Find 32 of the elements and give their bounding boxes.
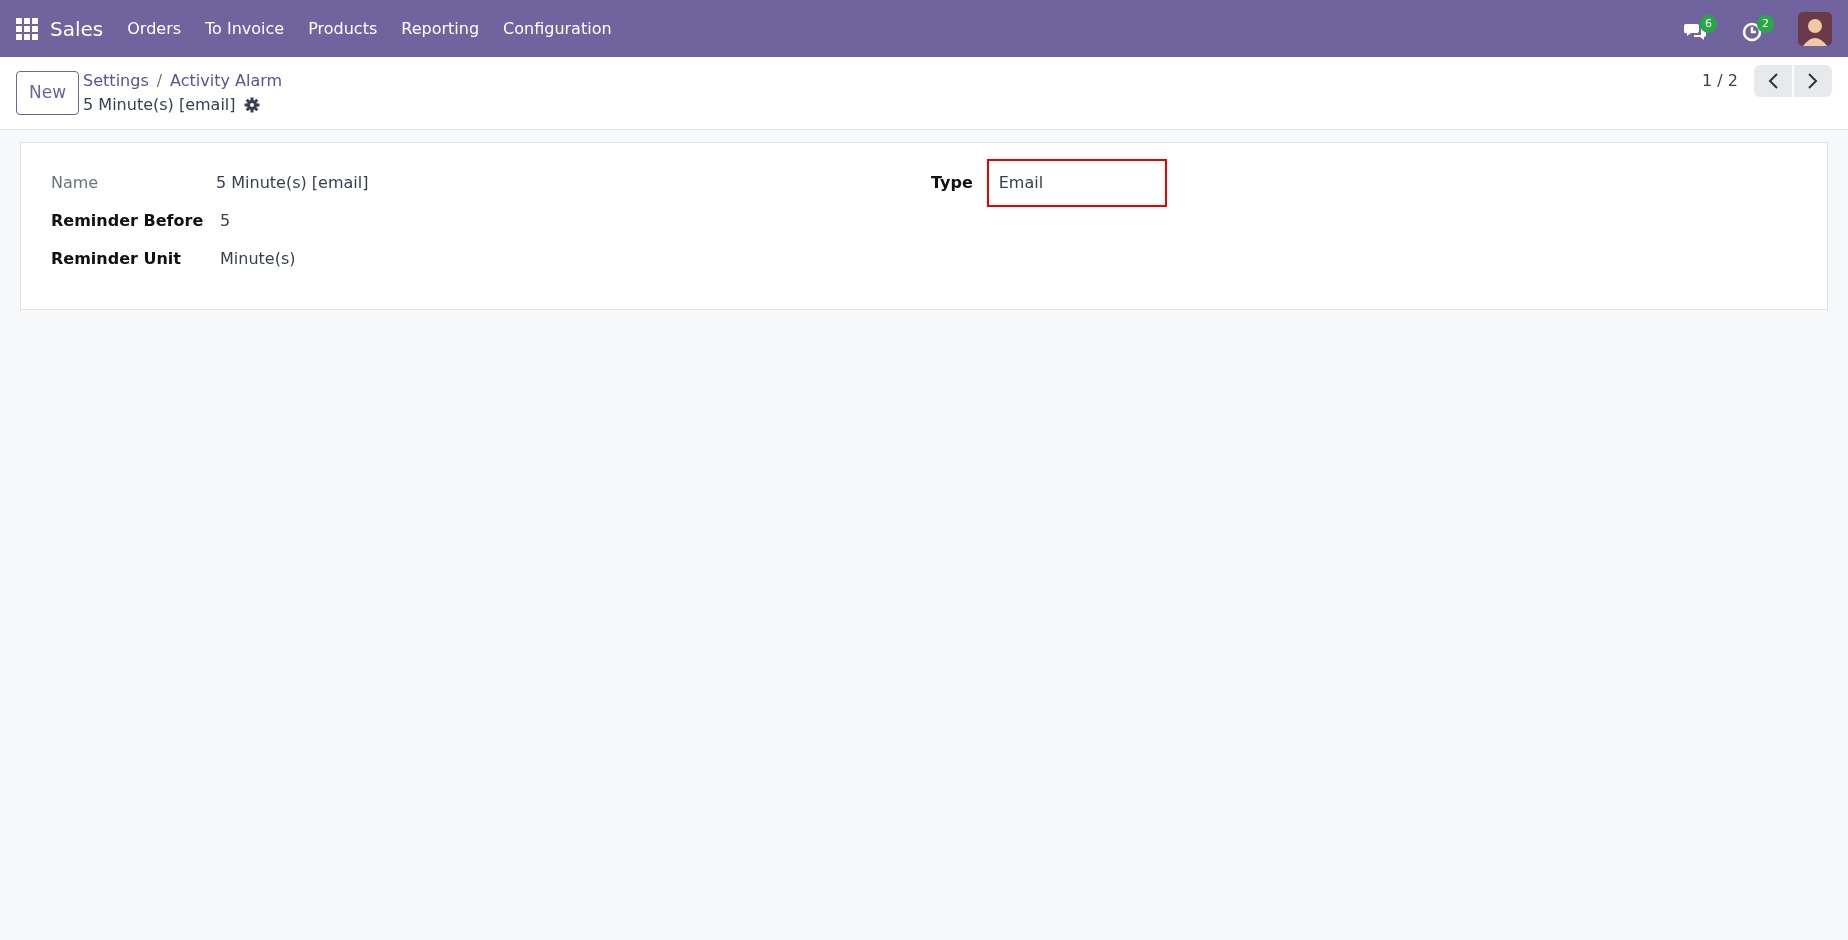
menu-item[interactable]: Products	[296, 16, 390, 41]
app-name[interactable]: Sales	[46, 13, 116, 44]
breadcrumb-separator: /	[156, 70, 163, 92]
counter-badge: 6	[1700, 14, 1717, 33]
apps-menu-icon[interactable]	[16, 17, 38, 40]
menu-item[interactable]: Reporting	[389, 16, 492, 41]
input-field[interactable]: 5	[220, 209, 231, 233]
field-label: Reminder Unit	[51, 248, 182, 270]
gear-icon[interactable]	[243, 97, 260, 113]
user-avatar[interactable]	[1798, 11, 1832, 46]
menu-item[interactable]: Configuration	[491, 16, 624, 41]
chevron-left-icon	[1768, 73, 1778, 89]
chat-button[interactable]: 6	[1684, 14, 1717, 43]
chevron-right-icon	[1808, 73, 1818, 89]
field-label: Reminder Before	[51, 210, 205, 232]
clock-icon	[1741, 20, 1763, 43]
input-field[interactable]: Minute(s)	[220, 247, 296, 271]
menu-item[interactable]: To Invoice	[193, 16, 297, 41]
new-button[interactable]: New	[16, 71, 80, 115]
field-value: 5 Minute(s) [email]	[216, 172, 369, 194]
breadcrumb-link[interactable]: Settings	[83, 69, 149, 93]
previous-button[interactable]	[1754, 65, 1792, 97]
activity-button[interactable]: 2	[1741, 14, 1774, 43]
menu-item[interactable]: Orders	[115, 16, 194, 41]
input-field[interactable]: Email	[986, 159, 1167, 207]
record-title: 5 Minute(s) [email]	[83, 94, 236, 116]
counter-badge: 2	[1757, 14, 1774, 33]
field-label: Name	[51, 172, 100, 194]
breadcrumb-link[interactable]: Activity Alarm	[170, 69, 283, 93]
pager-value: 1 / 2	[1702, 70, 1738, 92]
field-label: Type	[931, 172, 973, 194]
next-button[interactable]	[1794, 65, 1832, 97]
